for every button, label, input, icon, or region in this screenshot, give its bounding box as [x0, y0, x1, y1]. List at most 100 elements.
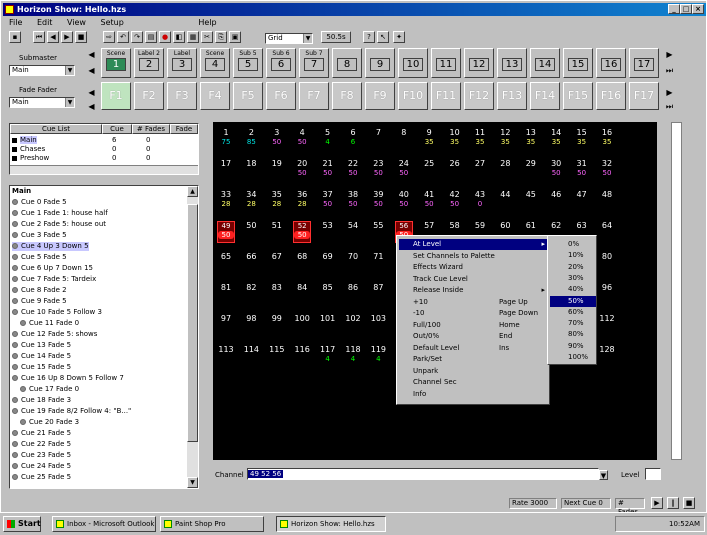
channel-number[interactable]: 51 — [267, 221, 287, 230]
selected-channel[interactable]: 49 50 — [217, 221, 235, 243]
channel-number[interactable]: 102 — [343, 314, 363, 323]
channel-number[interactable]: 45 — [521, 190, 541, 199]
channel-number[interactable]: 103 — [368, 314, 388, 323]
tree-item[interactable]: Cue 14 Fade 5 — [12, 352, 71, 361]
channel-number[interactable]: 83 — [267, 283, 287, 292]
channel-number[interactable]: 87 — [368, 283, 388, 292]
channel-number[interactable]: 34 — [241, 190, 261, 199]
cue-button-10[interactable]: 10 — [398, 48, 428, 78]
cue-button-1[interactable]: Scene 1 — [101, 48, 131, 78]
level-input[interactable] — [645, 468, 661, 480]
channel-number[interactable]: 48 — [597, 190, 617, 199]
channel-number[interactable]: 115 — [267, 345, 287, 354]
channel-number[interactable]: 1 — [216, 128, 236, 137]
level-submenu-item[interactable]: 50% — [550, 295, 596, 307]
channel-number[interactable]: 113 — [216, 345, 236, 354]
channel-number[interactable]: 20 — [292, 159, 312, 168]
cue-button-8[interactable]: 8 — [332, 48, 362, 78]
channel-number[interactable]: 57 — [419, 221, 439, 230]
channel-number[interactable]: 50 — [241, 221, 261, 230]
channel-number[interactable]: 32 — [597, 159, 617, 168]
channel-number[interactable]: 2 — [241, 128, 261, 137]
channel-number[interactable]: 38 — [343, 190, 363, 199]
col-header-cue-list[interactable]: Cue List — [10, 124, 102, 134]
tree-item[interactable]: Cue 20 Fade 3 — [20, 418, 79, 427]
tree-item[interactable]: Cue 13 Fade 5 — [12, 341, 71, 350]
f-bank-up-icon[interactable]: ◀ — [87, 87, 96, 99]
cue-button-6[interactable]: Sub 66 — [266, 48, 296, 78]
channel-number[interactable]: 118 — [343, 345, 363, 354]
channel-number[interactable]: 85 — [318, 283, 338, 292]
f-bank-last-icon[interactable]: ⏭ — [665, 101, 674, 113]
channel-number[interactable]: 39 — [368, 190, 388, 199]
f-button-7[interactable]: F7 — [299, 82, 329, 110]
cue-button-5[interactable]: Sub 55 — [233, 48, 263, 78]
channel-number[interactable]: 7 — [368, 128, 388, 137]
tree-item[interactable]: Cue 21 Fade 5 — [12, 429, 71, 438]
selected-channel[interactable]: 52 50 — [293, 221, 312, 243]
redo-icon[interactable]: ↷ — [131, 31, 143, 43]
pointer-icon[interactable]: ↖ — [377, 31, 389, 43]
channel-number[interactable]: 66 — [241, 252, 261, 261]
channel-number[interactable]: 99 — [267, 314, 287, 323]
channel-number[interactable]: 96 — [597, 283, 617, 292]
cue-list-hscroll[interactable] — [10, 165, 198, 174]
scroll-up-icon[interactable]: ▲ — [187, 186, 198, 197]
view-combo[interactable]: Grid ▼ — [265, 33, 313, 44]
menu-edit[interactable]: Edit — [31, 17, 59, 29]
scroll-down-icon[interactable]: ▼ — [187, 477, 198, 488]
channel-number[interactable]: 68 — [292, 252, 312, 261]
channel-number[interactable]: 33 — [216, 190, 236, 199]
level-submenu-item[interactable]: 90% — [550, 341, 596, 352]
channel-number[interactable]: 100 — [292, 314, 312, 323]
task-horizon[interactable]: Horizon Show: Hello.hzs — [276, 516, 386, 532]
channel-number[interactable]: 13 — [521, 128, 541, 137]
channel-number[interactable]: 81 — [216, 283, 236, 292]
channel-number[interactable]: 14 — [546, 128, 566, 137]
cue-button-12[interactable]: 12 — [464, 48, 494, 78]
tree-item[interactable]: Cue 10 Fade 5 Follow 3 — [12, 308, 102, 317]
channel-number[interactable]: 23 — [368, 159, 388, 168]
tree-item[interactable]: Cue 3 Fade 5 — [12, 231, 67, 240]
f-button-11[interactable]: F11 — [431, 82, 461, 110]
channel-number[interactable]: 97 — [216, 314, 236, 323]
tree-item[interactable]: Cue 1 Fade 1: house half — [12, 209, 108, 218]
minimize-button[interactable]: _ — [668, 4, 680, 14]
scroll-thumb[interactable] — [187, 204, 198, 442]
channel-number[interactable]: 44 — [495, 190, 515, 199]
bank-last-icon[interactable]: ⏭ — [665, 65, 674, 77]
tree-item[interactable]: Cue 24 Fade 5 — [12, 462, 71, 471]
level-submenu-item[interactable]: 100% — [550, 352, 596, 363]
tree-item[interactable]: Cue 12 Fade 5: shows — [12, 330, 97, 339]
context-menu-item[interactable]: Default Level Ins — [399, 343, 549, 354]
channel-number[interactable]: 28 — [495, 159, 515, 168]
cue-list-row[interactable]: Preshow 0 0 — [12, 154, 198, 163]
channel-number[interactable]: 30 — [546, 159, 566, 168]
cue-button-4[interactable]: Scene 4 — [200, 48, 230, 78]
tree-vscroll[interactable]: ▲ ▼ — [187, 186, 198, 488]
level-submenu-item[interactable]: 40% — [550, 284, 596, 295]
level-submenu-item[interactable]: 80% — [550, 329, 596, 340]
tree-item[interactable]: Cue 0 Fade 5 — [12, 198, 67, 207]
level-submenu-item[interactable]: 70% — [550, 318, 596, 329]
time-field[interactable]: 50.5s — [321, 31, 351, 43]
channel-number[interactable]: 22 — [343, 159, 363, 168]
tree-item[interactable]: Cue 4 Up 3 Down 5 — [12, 242, 89, 251]
channel-number[interactable]: 117 — [318, 345, 338, 354]
tree-item[interactable]: Cue 16 Up 8 Down 5 Follow 7 — [12, 374, 124, 383]
channel-number[interactable]: 47 — [572, 190, 592, 199]
channel-number[interactable]: 3 — [267, 128, 287, 137]
channel-number[interactable]: 62 — [546, 221, 566, 230]
col-header-fade[interactable]: Fade — [170, 124, 198, 134]
blackout-icon[interactable]: ◧ — [173, 31, 185, 43]
channel-number[interactable]: 54 — [343, 221, 363, 230]
level-submenu-item[interactable]: 0% — [550, 239, 596, 250]
record-icon[interactable]: ● — [159, 31, 171, 43]
grid-icon[interactable]: ▦ — [187, 31, 199, 43]
go-icon[interactable]: ⇨ — [103, 31, 115, 43]
cue-list-row[interactable]: Chases 0 0 — [12, 145, 198, 154]
channel-number[interactable]: 36 — [292, 190, 312, 199]
channel-number[interactable]: 21 — [318, 159, 338, 168]
context-menu-item[interactable]: Out/0% End — [399, 331, 549, 342]
channel-number[interactable]: 19 — [267, 159, 287, 168]
